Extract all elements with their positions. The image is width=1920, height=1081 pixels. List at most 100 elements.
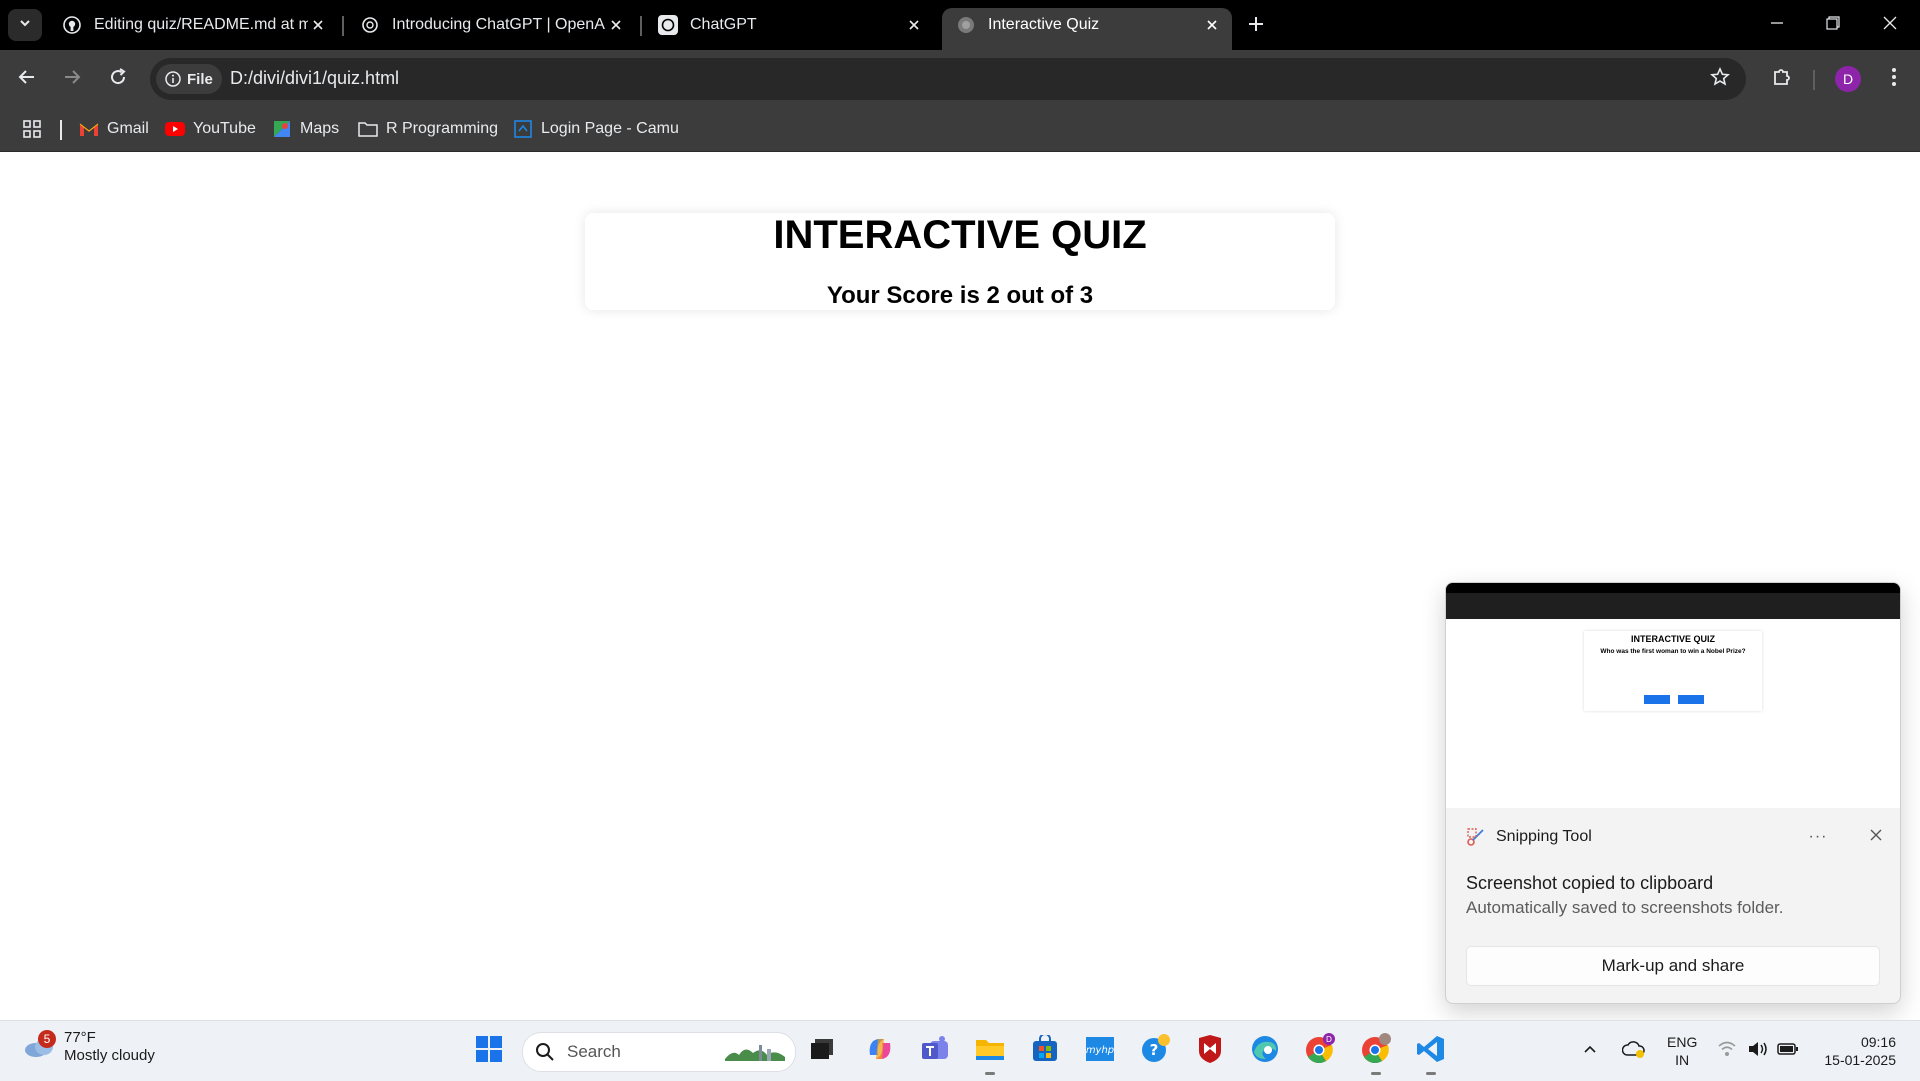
bookmark-star-button[interactable]	[1708, 66, 1732, 92]
taskbar-chrome-second-profile[interactable]	[1358, 1032, 1394, 1075]
reload-icon	[108, 67, 128, 92]
myhp-icon: myhp	[1085, 1036, 1115, 1067]
restore-button[interactable]	[1815, 12, 1851, 38]
svg-text:myhp: myhp	[1086, 1045, 1114, 1056]
toast-sub-message: Automatically saved to screenshots folde…	[1466, 898, 1784, 917]
wifi-tray-button[interactable]	[1717, 1021, 1737, 1081]
profile-avatar[interactable]: D	[1835, 66, 1861, 92]
browser-toolbar: File D:/divi/divi1/quiz.html D	[0, 50, 1920, 108]
screenshot-thumbnail[interactable]: INTERACTIVE QUIZ Who was the first woman…	[1446, 583, 1900, 808]
site-info-chip[interactable]: File	[156, 64, 222, 94]
taskbar-chrome-profile[interactable]: D	[1302, 1032, 1338, 1069]
tab-openai[interactable]: Introducing ChatGPT | OpenAI	[346, 8, 636, 42]
search-icon	[535, 1042, 555, 1062]
snipping-tool-notification[interactable]: INTERACTIVE QUIZ Who was the first woman…	[1445, 582, 1901, 1004]
taskbar-file-explorer[interactable]	[972, 1033, 1008, 1075]
volume-tray-button[interactable]	[1747, 1021, 1769, 1081]
tab-title: ChatGPT	[690, 16, 757, 33]
bookmark-label: Gmail	[107, 120, 149, 137]
markup-and-share-button[interactable]: Mark-up and share	[1466, 946, 1880, 986]
arrow-left-icon	[17, 67, 37, 92]
extensions-button[interactable]	[1768, 65, 1796, 93]
snipping-tool-icon	[1466, 827, 1486, 847]
search-placeholder: Search	[567, 1042, 621, 1061]
gmail-icon	[79, 119, 99, 139]
back-button[interactable]	[13, 65, 41, 93]
start-button[interactable]	[471, 1033, 507, 1069]
url-text[interactable]: D:/divi/divi1/quiz.html	[230, 68, 399, 89]
new-tab-button[interactable]	[1244, 14, 1268, 38]
bookmark-gmail[interactable]: Gmail	[79, 118, 149, 140]
system-clock[interactable]: 09:16 15-01-2025	[1812, 1033, 1896, 1069]
tab-interactive-quiz[interactable]: Interactive Quiz	[942, 8, 1232, 50]
close-window-button[interactable]	[1872, 12, 1908, 38]
close-icon[interactable]	[308, 15, 328, 35]
chatgpt-icon	[658, 15, 678, 35]
more-options-button[interactable]: ···	[1804, 825, 1832, 849]
minimize-button[interactable]	[1759, 12, 1795, 38]
bookmarks-bar: Gmail YouTube Maps R Programming Login P…	[0, 108, 1920, 152]
address-bar[interactable]: File D:/divi/divi1/quiz.html	[150, 58, 1746, 100]
puzzle-icon	[1771, 66, 1793, 93]
windows-logo-icon	[475, 1035, 503, 1068]
bookmark-login-camu[interactable]: Login Page - Camu	[513, 118, 679, 140]
maps-icon	[272, 119, 292, 139]
bookmark-label: Login Page - Camu	[541, 120, 679, 137]
edge-icon	[1250, 1034, 1280, 1069]
speaker-icon	[1747, 1040, 1769, 1063]
task-view-button[interactable]	[804, 1033, 840, 1069]
apps-button[interactable]	[22, 118, 50, 140]
thumbnail-buttons	[1644, 695, 1704, 704]
toast-close-button[interactable]	[1866, 827, 1886, 847]
weather-widget[interactable]: 5 77°F Mostly cloudy	[22, 1029, 155, 1065]
thumbnail-button	[1644, 695, 1670, 704]
bookmark-label: R Programming	[386, 120, 499, 137]
youtube-icon	[165, 119, 185, 139]
bookmark-maps[interactable]: Maps	[272, 118, 339, 140]
close-icon	[1870, 828, 1882, 846]
svg-text:D: D	[1326, 1035, 1332, 1044]
show-hidden-icons-button[interactable]	[1582, 1021, 1598, 1081]
task-view-icon	[809, 1037, 835, 1066]
quiz-title: INTERACTIVE QUIZ	[773, 213, 1147, 257]
weather-temperature: 77°F	[64, 1029, 96, 1046]
taskbar-get-help[interactable]: ?	[1138, 1033, 1174, 1069]
close-icon[interactable]	[606, 15, 626, 35]
thumbnail-quiz-card: INTERACTIVE QUIZ Who was the first woman…	[1584, 631, 1762, 711]
taskbar-copilot[interactable]	[862, 1033, 898, 1069]
close-icon[interactable]	[1202, 15, 1222, 35]
language-indicator[interactable]: ENG IN	[1667, 1033, 1697, 1069]
battery-tray-button[interactable]	[1777, 1021, 1799, 1081]
tab-strip: Editing quiz/README.md at ma Introducing…	[0, 0, 1920, 50]
weather-description: Mostly cloudy	[64, 1047, 155, 1064]
taskbar-vscode[interactable]	[1413, 1033, 1449, 1075]
tab-chatgpt[interactable]: ChatGPT	[644, 8, 934, 42]
bookmark-youtube[interactable]: YouTube	[165, 118, 256, 140]
taskbar-mcafee[interactable]	[1192, 1033, 1228, 1069]
help-icon: ?	[1141, 1033, 1171, 1069]
toast-header: Snipping Tool	[1466, 827, 1592, 847]
windows-taskbar: 5 77°F Mostly cloudy Search myhp ? D ENG…	[0, 1020, 1920, 1081]
taskbar-myhp[interactable]: myhp	[1082, 1033, 1118, 1069]
close-icon	[1883, 16, 1897, 35]
taskbar-search-box[interactable]: Search	[522, 1032, 796, 1072]
browser-menu-button[interactable]	[1880, 65, 1908, 93]
taskbar-microsoft-store[interactable]	[1027, 1032, 1063, 1069]
tab-readme[interactable]: Editing quiz/README.md at ma	[48, 8, 338, 42]
onedrive-tray-button[interactable]	[1621, 1021, 1646, 1081]
github-icon	[62, 15, 82, 35]
close-icon[interactable]	[904, 15, 924, 35]
forward-button[interactable]	[58, 65, 86, 93]
reload-button[interactable]	[104, 65, 132, 93]
star-icon	[1710, 66, 1730, 92]
bookmark-r-programming[interactable]: R Programming	[358, 118, 498, 140]
svg-text:?: ?	[1150, 1041, 1159, 1059]
taskbar-teams[interactable]	[917, 1033, 953, 1069]
search-highlight-icon	[723, 1041, 787, 1068]
tab-search-button[interactable]	[8, 9, 42, 41]
cloud-icon: 5	[22, 1030, 58, 1062]
store-icon	[1031, 1032, 1059, 1068]
taskbar-edge[interactable]	[1247, 1033, 1283, 1069]
bookmark-divider	[60, 120, 62, 140]
toast-message: Screenshot copied to clipboard	[1466, 873, 1714, 893]
